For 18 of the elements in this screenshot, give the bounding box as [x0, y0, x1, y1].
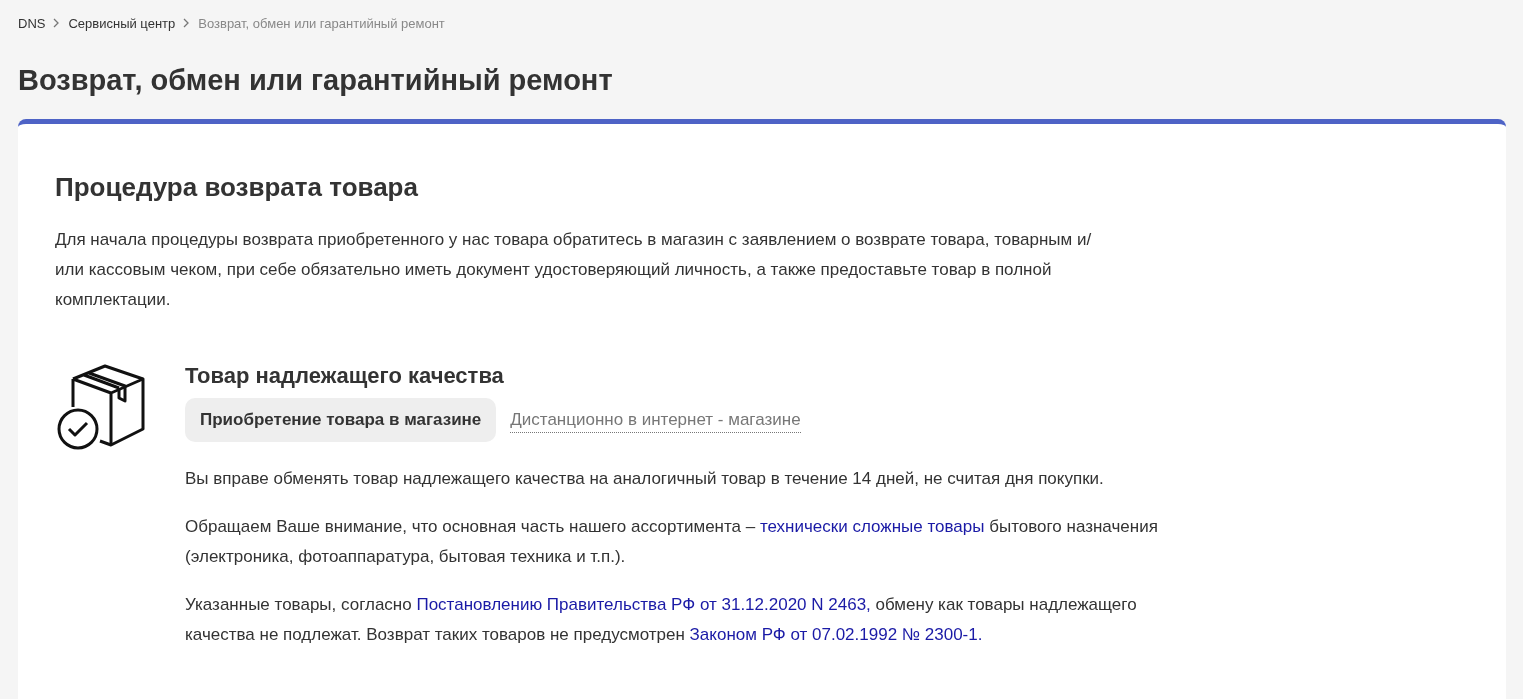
tab[interactable]: Дистанционно в интернет - магазине — [510, 407, 801, 433]
paragraph: Вы вправе обменять товар надлежащего качества на аналогичный товар в течение 14 дней, не считая дня покупки. — [185, 468, 1105, 490]
chevron-icon — [53, 18, 61, 28]
page-title: Возврат, обмен или гарантийный ремонт — [18, 64, 614, 97]
paragraph: Указанные товары, согласно Постановлению Правительства РФ от 31.12.2020 N 2463, обмену как товары надлежащего качества не подлежат. Возврат таких товаров не предусмотрен Законом РФ от 07.02.1992 № 2300-1. — [185, 594, 1138, 646]
breadcrumb-link[interactable]: DNS — [18, 15, 46, 31]
text-link[interactable]: Законом РФ от 07.02.1992 № 2300-1. — [689, 625, 983, 644]
text-link[interactable]: технически сложные товары — [759, 517, 985, 536]
intro-text: Для начала процедуры возврата приобретенного у нас товара обратитесь в магазин с заявлением о возврате товара, товарным и/или кассовым чеком, при себе обязательно иметь документ удостоверяющий личность, а также предоставьте товар в полной комплектации. — [55, 229, 1093, 311]
paragraph: Обращаем Ваше внимание, что основная часть нашего ассортимента – технически сложные товары бытового назначения (электроника, фотоаппаратура, бытовая техника и т.п.). — [185, 516, 1159, 568]
chevron-icon — [183, 18, 191, 28]
tab[interactable]: Приобретение товара в магазине — [185, 398, 497, 442]
text-link[interactable]: Постановлению Правительства РФ от 31.12.2020 N 2463, — [416, 595, 871, 614]
subsection-title: Товар надлежащего качества — [185, 363, 505, 389]
current-page-label: Возврат, обмен или гарантийный ремонт — [198, 15, 445, 31]
section-heading: Процедура возврата товара — [55, 172, 419, 203]
box-check-icon — [55, 363, 147, 451]
breadcrumb-link[interactable]: Сервисный центр — [68, 15, 176, 31]
